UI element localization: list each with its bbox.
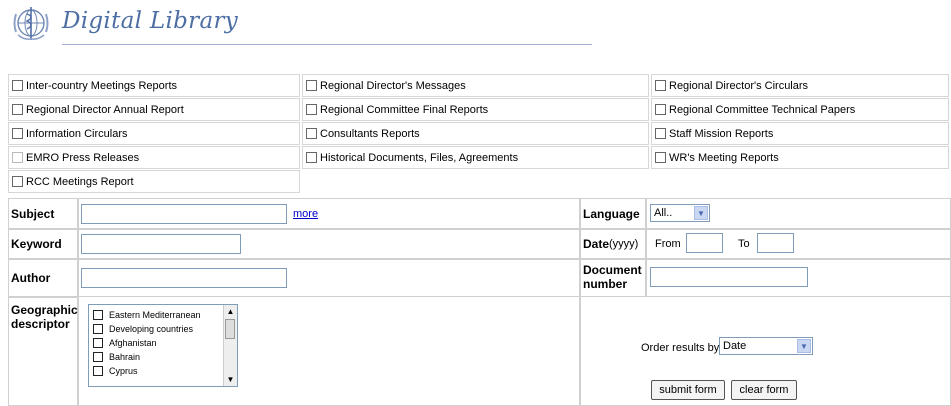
language-label-cell: Language — [580, 198, 646, 229]
geographic-label-cell: Geographic descriptor — [8, 297, 78, 406]
who-emblem-logo — [13, 7, 49, 40]
checkbox-icon[interactable] — [655, 80, 666, 91]
category-checkbox[interactable]: Inter-country Meetings Reports — [8, 74, 300, 97]
document-number-label: Document number — [583, 263, 642, 291]
checkbox-icon[interactable] — [12, 176, 23, 187]
keyword-input[interactable] — [81, 234, 241, 254]
submit-form-button[interactable]: submit form — [651, 380, 725, 400]
scrollbar-thumb[interactable] — [225, 319, 235, 339]
subject-row: Subject more Language All.. ▼ — [8, 198, 951, 229]
language-select[interactable]: All.. ▼ — [650, 204, 710, 222]
checkbox-icon[interactable] — [12, 152, 23, 163]
chevron-down-icon[interactable]: ▼ — [797, 339, 811, 353]
list-item[interactable]: Eastern Mediterranean — [89, 308, 237, 322]
order-select-value: Date — [723, 340, 747, 352]
subject-input-cell: more — [78, 198, 580, 229]
date-to-input[interactable] — [757, 233, 794, 253]
category-checkbox[interactable]: Staff Mission Reports — [651, 122, 949, 145]
geographic-descriptor-list[interactable]: Eastern Mediterranean Developing countri… — [88, 304, 238, 387]
date-range-cell: From To — [646, 229, 951, 259]
checkbox-icon[interactable] — [306, 80, 317, 91]
order-results-select[interactable]: Date ▼ — [719, 337, 813, 355]
document-number-label-cell: Document number — [580, 259, 646, 297]
checkbox-icon[interactable] — [93, 310, 103, 320]
list-item[interactable]: Developing countries — [89, 322, 237, 336]
category-checkbox[interactable]: Regional Director Annual Report — [8, 98, 300, 121]
category-checkbox[interactable]: Regional Director's Messages — [302, 74, 649, 97]
author-label-cell: Author — [8, 259, 78, 297]
scroll-down-arrow-icon[interactable]: ▼ — [224, 373, 237, 386]
category-checkbox[interactable]: Regional Director's Circulars — [651, 74, 949, 97]
category-checkbox[interactable]: Regional Committee Final Reports — [302, 98, 649, 121]
order-cell: Order results by Date ▼ submit form clea… — [580, 297, 951, 406]
subject-input[interactable] — [81, 204, 287, 224]
author-input[interactable] — [81, 268, 287, 288]
date-label-cell: Date (yyyy) — [580, 229, 646, 259]
list-item[interactable]: Bahrain — [89, 350, 237, 364]
list-item[interactable]: Cyprus — [89, 364, 237, 378]
page-title: Digital Library — [62, 8, 239, 34]
order-results-label: Order results by — [641, 342, 720, 354]
geographic-row: Geographic descriptor Eastern Mediterran… — [8, 297, 951, 406]
to-label: To — [738, 238, 750, 250]
category-checkbox[interactable]: EMRO Press Releases — [8, 146, 300, 169]
checkbox-icon[interactable] — [655, 128, 666, 139]
category-grid: Inter-country Meetings Reports Regional … — [8, 74, 951, 194]
category-checkbox[interactable]: RCC Meetings Report — [8, 170, 300, 193]
from-label: From — [655, 238, 681, 250]
keyword-row: Keyword Date (yyyy) From To — [8, 229, 951, 259]
checkbox-icon[interactable] — [93, 352, 103, 362]
language-select-cell: All.. ▼ — [646, 198, 951, 229]
checkbox-icon[interactable] — [655, 152, 666, 163]
category-checkbox[interactable]: WR's Meeting Reports — [651, 146, 949, 169]
clear-form-button[interactable]: clear form — [731, 380, 797, 400]
keyword-label: Keyword — [11, 237, 62, 251]
checkbox-icon[interactable] — [655, 104, 666, 115]
title-underline — [62, 44, 592, 45]
checkbox-icon[interactable] — [12, 128, 23, 139]
date-label: Date — [583, 237, 610, 251]
subject-label: Subject — [11, 206, 55, 221]
chevron-down-icon[interactable]: ▼ — [694, 206, 708, 220]
category-checkbox[interactable]: Regional Committee Technical Papers — [651, 98, 949, 121]
scroll-up-arrow-icon[interactable]: ▲ — [224, 305, 237, 318]
language-select-value: All.. — [654, 207, 673, 219]
checkbox-icon[interactable] — [306, 128, 317, 139]
date-from-input[interactable] — [686, 233, 723, 253]
category-checkbox[interactable]: Information Circulars — [8, 122, 300, 145]
more-subjects-link[interactable]: more — [293, 208, 318, 220]
checkbox-icon[interactable] — [93, 366, 103, 376]
document-number-input[interactable] — [650, 267, 808, 287]
document-number-input-cell — [646, 259, 951, 297]
author-input-cell — [78, 259, 580, 297]
checkbox-icon[interactable] — [93, 324, 103, 334]
category-checkbox[interactable]: Consultants Reports — [302, 122, 649, 145]
list-item[interactable]: Afghanistan — [89, 336, 237, 350]
subject-label-cell: Subject — [8, 198, 78, 229]
date-format-hint: (yyyy) — [609, 238, 639, 250]
keyword-label-cell: Keyword — [8, 229, 78, 259]
geographic-label: Geographic descriptor — [11, 303, 78, 331]
checkbox-icon[interactable] — [306, 104, 317, 115]
language-label: Language — [583, 206, 640, 221]
checkbox-icon[interactable] — [12, 80, 23, 91]
checkbox-icon[interactable] — [306, 152, 317, 163]
list-scrollbar[interactable]: ▲ ▼ — [223, 305, 237, 386]
keyword-input-cell — [78, 229, 580, 259]
checkbox-icon[interactable] — [12, 104, 23, 115]
author-label: Author — [11, 271, 51, 285]
checkbox-icon[interactable] — [93, 338, 103, 348]
category-checkbox[interactable]: Historical Documents, Files, Agreements — [302, 146, 649, 169]
author-row: Author Document number — [8, 259, 951, 297]
